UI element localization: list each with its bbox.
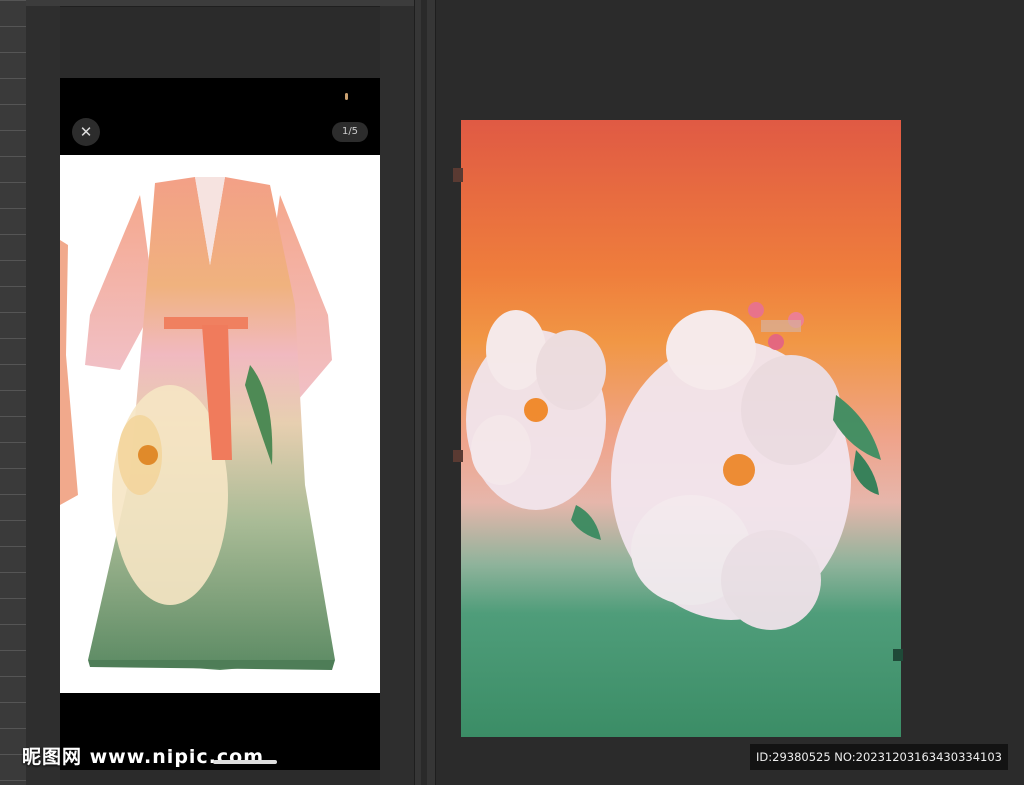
panel-divider[interactable] xyxy=(414,0,436,785)
site-watermark-logo: 昵图网 www.nipic.com xyxy=(22,746,265,768)
robe-product-image xyxy=(60,155,380,693)
divider-track xyxy=(421,0,427,785)
robe-illustration xyxy=(60,177,335,670)
pink-buds xyxy=(748,302,804,350)
peony-left xyxy=(466,310,606,510)
canvas-gutter-left xyxy=(26,6,60,785)
horizontal-ruler xyxy=(26,0,414,7)
close-button[interactable]: ✕ xyxy=(72,118,100,146)
phone-preview: ✕ 1/5 xyxy=(60,78,380,770)
design-canvas[interactable] xyxy=(461,120,901,737)
canvas-gutter-middle xyxy=(380,6,414,785)
vertical-ruler xyxy=(0,0,27,785)
status-dot xyxy=(345,93,348,100)
resize-handle-top-left[interactable] xyxy=(453,168,463,182)
resize-handle-mid-left[interactable] xyxy=(453,450,463,462)
image-id-watermark: ID:29380525 NO:20231203163430334103 xyxy=(750,744,1008,770)
floral-artwork xyxy=(466,302,881,630)
image-counter: 1/5 xyxy=(332,122,368,142)
resize-handle-bottom-right[interactable] xyxy=(893,649,903,661)
scroll-indicator xyxy=(213,760,277,764)
peony-right xyxy=(611,310,851,630)
viewer-topbar: ✕ 1/5 xyxy=(60,78,380,155)
close-icon: ✕ xyxy=(79,123,93,141)
